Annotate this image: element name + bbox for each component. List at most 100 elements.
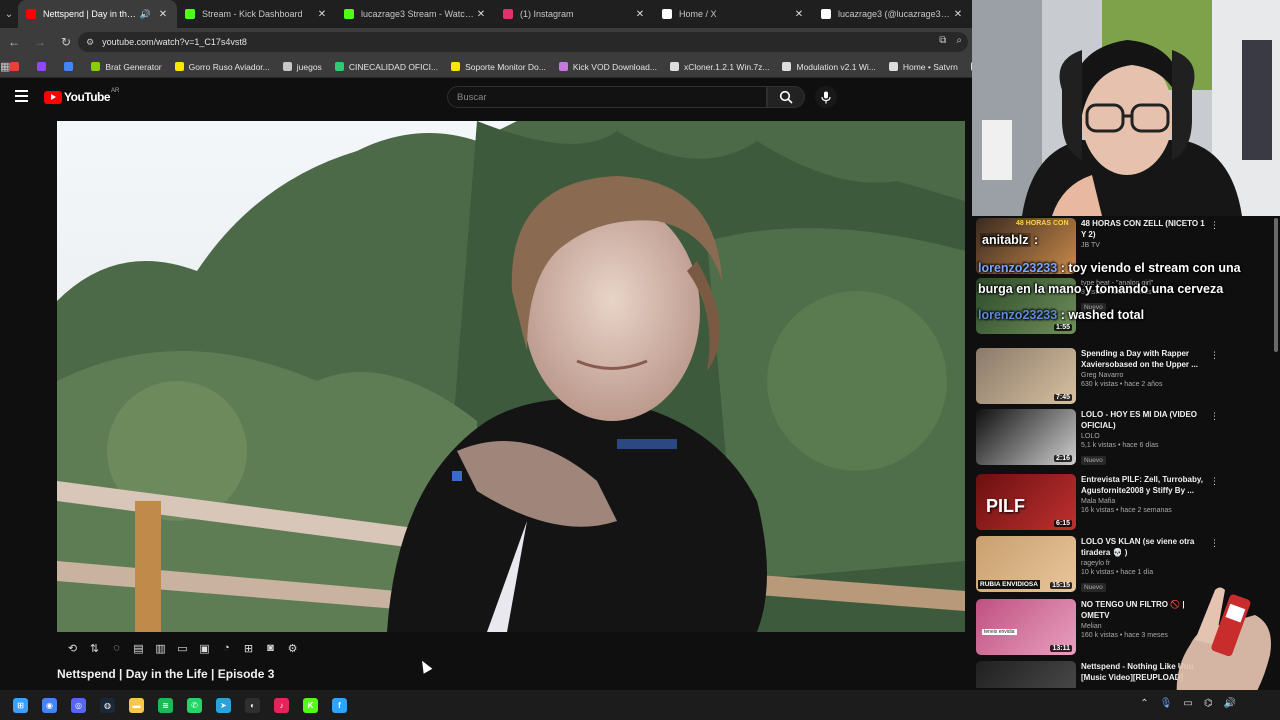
speed-icon[interactable]: ◔ <box>219 642 234 655</box>
back-icon[interactable]: ← <box>2 28 26 56</box>
taskbar-app[interactable]: ▬ <box>122 690 151 720</box>
video-title[interactable]: LOLO VS KLAN (se viene otra tiradera 💀 ) <box>1081 536 1206 558</box>
forward-icon[interactable]: → <box>28 28 52 56</box>
close-tab-icon[interactable]: ✕ <box>316 9 328 20</box>
taskbar-app[interactable]: K <box>296 690 325 720</box>
more-actions-icon[interactable]: ⋮ <box>1210 538 1219 549</box>
kick-icon <box>185 9 195 19</box>
theater-icon[interactable]: ▭ <box>175 642 190 655</box>
miniplayer-icon[interactable]: ▣ <box>197 642 212 655</box>
video-thumbnail[interactable]: 2:16 <box>976 409 1076 465</box>
bookmark-item[interactable]: CINECALIDAD OFICI... <box>334 62 438 72</box>
search-button[interactable] <box>767 86 805 108</box>
browser-tab[interactable]: Stream - Kick Dashboard ✕ <box>177 0 336 28</box>
browser-tab[interactable]: lucazrage3 (@lucazrage3) está ✕ <box>813 0 972 28</box>
video-title[interactable]: 48 HORAS CON ZELL (NICETO 1 Y 2) <box>1081 218 1206 240</box>
recommended-video[interactable]: PILF 6:15 Entrevista PILF: Zell, Turrobaby… <box>976 474 1272 532</box>
menu-icon[interactable] <box>15 90 28 102</box>
video-thumbnail[interactable] <box>976 661 1076 688</box>
zoom-icon[interactable]: ⌕ <box>956 35 962 46</box>
taskbar-app[interactable]: ◉ <box>35 690 64 720</box>
browser-tab[interactable]: Home / X ✕ <box>654 0 813 28</box>
tab-audio-icon[interactable]: 🔊 <box>140 9 151 20</box>
taskbar-app[interactable]: f <box>325 690 354 720</box>
voice-search-button[interactable] <box>815 86 837 108</box>
tab-search-icon[interactable]: ⌄ <box>0 0 18 28</box>
video-thumbnail[interactable]: teneis envidia 13:11 <box>976 599 1076 655</box>
sidebar-scrollbar[interactable] <box>1274 218 1278 352</box>
sort-icon[interactable]: ⇅ <box>87 642 102 655</box>
more-actions-icon[interactable]: ⋮ <box>1210 476 1219 487</box>
video-title[interactable]: LOLO - HOY ES MI DIA (VIDEO OFICIAL) <box>1081 409 1206 431</box>
bookmark-item[interactable]: Modulation v2.1 Wi... <box>782 62 876 72</box>
video-thumbnail[interactable]: 48 HORAS CON <box>976 218 1076 274</box>
settings-gear-icon[interactable]: ⚙ <box>285 642 300 655</box>
bookmark-item[interactable] <box>10 62 24 72</box>
screenshot-icon[interactable]: ◙ <box>263 642 278 655</box>
close-tab-icon[interactable]: ✕ <box>634 9 646 20</box>
taskbar-app[interactable]: ♪ <box>267 690 296 720</box>
close-tab-icon[interactable]: ✕ <box>475 9 487 20</box>
kickvod-icon <box>558 62 568 71</box>
video-thumbnail[interactable]: 7:45 <box>976 348 1076 404</box>
cast-icon[interactable]: ▤ <box>131 642 146 655</box>
bookmark-item[interactable] <box>64 62 78 72</box>
site-info-icon[interactable]: ⚙ <box>86 37 94 48</box>
taskbar-app[interactable]: ◎ <box>64 690 93 720</box>
clapper-icon[interactable]: ▥ <box>153 642 168 655</box>
bookmark-item[interactable]: Gorro Ruso Aviador... <box>174 62 270 72</box>
tray-chevron-icon[interactable]: ⌃ <box>1140 698 1148 709</box>
channel-name[interactable]: rageylo fr <box>1081 560 1206 567</box>
more-actions-icon[interactable]: ⋮ <box>1210 411 1219 422</box>
taskbar-app[interactable]: ✆ <box>180 690 209 720</box>
recommended-video[interactable]: 48 HORAS CON 48 HORAS CON ZELL (NICETO 1 … <box>976 218 1272 276</box>
open-in-app-icon[interactable]: ⧉ <box>939 35 946 46</box>
recommended-video[interactable]: 7:45 Spending a Day with Rapper Xaviersob… <box>976 348 1272 406</box>
browser-tab[interactable]: lucazrage3 Stream - Watch Live✕ <box>336 0 495 28</box>
taskbar-app[interactable]: ⊞ <box>6 690 35 720</box>
channel-name[interactable]: Mala Mafia <box>1081 498 1206 505</box>
bookmark-item[interactable]: juegos <box>282 62 322 72</box>
reload-icon[interactable]: ↻ <box>54 28 78 56</box>
browser-tab[interactable]: (1) Instagram ✕ <box>495 0 654 28</box>
bookmark-item[interactable]: Soporte Monitor Do... <box>451 62 546 72</box>
search-input[interactable]: Buscar <box>447 86 767 108</box>
more-actions-icon[interactable]: ⋮ <box>1210 350 1219 361</box>
video-title[interactable]: Spending a Day with Rapper Xaviersobased… <box>1081 348 1206 370</box>
recommended-video[interactable]: 2:16 LOLO - HOY ES MI DIA (VIDEO OFICIAL)… <box>976 409 1272 467</box>
audio-wave-icon[interactable]: ◌ <box>109 642 124 655</box>
bookmark-item[interactable]: Brat Generator <box>91 62 162 72</box>
bookmark-item[interactable]: Kick VOD Download... <box>558 62 657 72</box>
bookmark-item[interactable] <box>37 62 51 72</box>
close-tab-icon[interactable]: ✕ <box>157 9 169 20</box>
youtube-logo[interactable]: YouTube AR <box>44 88 119 104</box>
video-thumbnail[interactable]: RUBIA ENVIDIOSA 15:15 <box>976 536 1076 592</box>
taskbar-app[interactable]: ≋ <box>151 690 180 720</box>
browser-tab[interactable]: Nettspend | Day in the Life 🔊 ✕ <box>18 0 177 28</box>
tray-monitor-icon[interactable]: ▭ <box>1183 698 1192 709</box>
channel-name[interactable]: type beat - "analog girl" <box>1081 280 1206 287</box>
address-bar[interactable]: ⚙ youtube.com/watch?v=1_C17s4vst8 ⧉ ⌕ <box>78 32 968 52</box>
tray-mic-icon[interactable]: 🎙 <box>1160 698 1173 709</box>
close-tab-icon[interactable]: ✕ <box>793 9 805 20</box>
loop-icon[interactable]: ⟲ <box>65 642 80 655</box>
close-tab-icon[interactable]: ✕ <box>952 9 964 20</box>
taskbar-app[interactable]: ◍ <box>93 690 122 720</box>
video-thumbnail[interactable]: PILF 6:15 <box>976 474 1076 530</box>
bookmark-item[interactable]: Home • Satvrn <box>888 62 958 72</box>
recommended-video[interactable]: 1:55 type beat - "analog girl" 8 vistas • … <box>976 278 1272 336</box>
more-actions-icon[interactable]: ⋮ <box>1210 220 1219 231</box>
taskbar-app[interactable]: ➤ <box>209 690 238 720</box>
tray-network-icon[interactable]: ⌬ <box>1204 698 1213 709</box>
video-player[interactable] <box>57 121 965 632</box>
apps-grid-icon[interactable]: ▦ <box>0 60 10 73</box>
tray-volume-icon[interactable]: 🔊 <box>1224 698 1236 709</box>
video-thumbnail[interactable]: 1:55 <box>976 278 1076 334</box>
add-icon[interactable]: ⊞ <box>241 642 256 655</box>
video-title[interactable]: Entrevista PILF: Zell, Turrobaby, Agusfo… <box>1081 474 1206 496</box>
bookmark-item[interactable]: xCloner.1.2.1 Win.7z... <box>669 62 769 72</box>
channel-name[interactable]: JB TV <box>1081 242 1206 249</box>
channel-name[interactable]: LOLO <box>1081 433 1206 440</box>
taskbar-app[interactable]: ◐ <box>238 690 267 720</box>
channel-name[interactable]: Greg Navarro <box>1081 372 1206 379</box>
